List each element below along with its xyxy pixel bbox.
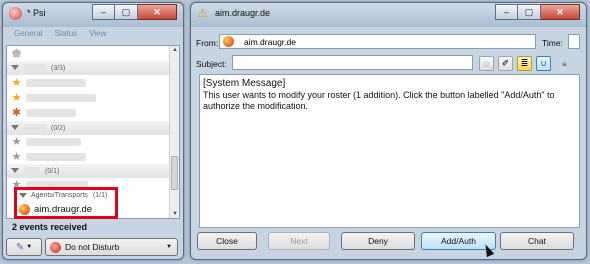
chevron-down-icon <box>11 125 20 131</box>
maximize-icon[interactable]: ▢ <box>518 4 541 20</box>
list-item[interactable]: ★ <box>7 135 170 149</box>
scroll-down-icon[interactable]: ▼ <box>172 211 178 217</box>
group-count: (0/1) <box>45 167 60 175</box>
psi-roster-window: * Psi – ▢ ✕ General Status View ⬟ (3/3) … <box>2 2 184 260</box>
from-label: From: <box>196 38 219 48</box>
offline-star-icon: ★ <box>11 150 22 163</box>
group-name-redacted <box>24 167 40 175</box>
aim-transport-icon <box>19 204 30 215</box>
subject-label: Subject: <box>196 59 227 69</box>
menu-view[interactable]: View <box>89 29 106 43</box>
time-field[interactable] <box>568 34 580 49</box>
psi-menu-button[interactable]: ✎ ▼ <box>6 238 42 256</box>
message-text: This user wants to modify your roster (1… <box>203 90 555 111</box>
roster-group[interactable]: (3/3) <box>7 61 170 75</box>
list-item[interactable]: ⬟ <box>7 47 170 61</box>
group-count: (3/3) <box>51 64 66 72</box>
list-item[interactable]: ✱ <box>7 106 170 120</box>
agents-group-count: (1/1) <box>92 192 108 199</box>
events-status[interactable]: 2 events received <box>6 222 180 235</box>
group-name-redacted <box>24 64 46 72</box>
minimize-icon[interactable]: – <box>495 4 518 20</box>
presence-value: Do not Disturb <box>65 242 120 252</box>
smiley-icon[interactable]: ☺ <box>479 56 494 71</box>
agents-group-header[interactable]: Agents/Transports (1/1) <box>19 192 107 199</box>
message-titlebar[interactable]: ⚠ aim.draugr.de – ▢ ✕ <box>191 3 586 25</box>
offline-star-icon: ★ <box>11 135 22 148</box>
online-star-icon: ★ <box>11 76 22 89</box>
group-name-redacted <box>24 124 46 132</box>
group-count: (0/2) <box>51 124 66 132</box>
message-window-title: aim.draugr.de <box>215 8 271 18</box>
chevron-down-icon: ▼ <box>26 244 33 250</box>
roster-group[interactable]: (0/2) <box>7 121 170 135</box>
psi-titlebar[interactable]: * Psi – ▢ ✕ <box>3 3 183 25</box>
psi-window-title: * Psi <box>27 8 46 18</box>
time-label: Time: <box>542 38 563 48</box>
message-header: [System Message] <box>203 78 286 89</box>
chevron-down-icon <box>11 65 20 71</box>
minimize-icon[interactable]: – <box>92 4 115 20</box>
from-value: aim.draugr.de <box>244 36 296 47</box>
magnet-icon[interactable]: ∪ <box>536 56 551 71</box>
maximize-icon[interactable]: ▢ <box>115 4 138 20</box>
chevron-down-icon: ▼ <box>166 244 172 250</box>
close-icon[interactable]: ✕ <box>541 4 580 20</box>
psi-menu-icon: ✎ <box>15 241 25 253</box>
scroll-up-icon[interactable]: ▲ <box>172 47 178 53</box>
away-star-icon: ✱ <box>11 106 22 119</box>
close-button[interactable]: Close <box>197 232 257 250</box>
agent-contact-item[interactable]: aim.draugr.de <box>19 204 92 215</box>
scrollbar-thumb[interactable] <box>171 156 178 190</box>
chat-button[interactable]: Chat <box>500 232 574 250</box>
chevron-down-icon <box>19 192 28 199</box>
pen-icon[interactable]: ✐ <box>498 56 513 71</box>
psi-menubar: General Status View <box>6 29 180 43</box>
presence-select[interactable]: Do not Disturb ▼ <box>45 238 178 256</box>
psi-bottom-bar: ✎ ▼ Do not Disturb ▼ <box>6 238 180 256</box>
roster-group[interactable]: (0/1) <box>7 164 170 178</box>
psi-window-controls: – ▢ ✕ <box>92 4 177 20</box>
deny-button[interactable]: Deny <box>341 232 415 250</box>
message-window-controls: – ▢ ✕ <box>495 4 580 20</box>
subject-field[interactable] <box>232 55 473 70</box>
chevron-down-icon <box>11 168 20 174</box>
menu-status[interactable]: Status <box>54 29 77 43</box>
agents-group-label: Agents/Transports <box>31 192 88 199</box>
roster-scrollbar[interactable]: ▲ ▼ <box>169 46 179 218</box>
note-icon[interactable]: ≣ <box>517 56 532 71</box>
message-body-area[interactable]: [System Message] This user wants to modi… <box>199 74 580 228</box>
menu-general[interactable]: General <box>14 29 42 43</box>
close-icon[interactable]: ✕ <box>138 4 177 20</box>
offline-contact-icon: ⬟ <box>11 47 22 60</box>
agent-contact-label: aim.draugr.de <box>34 204 93 215</box>
warning-icon: ⚠ <box>197 6 208 20</box>
do-not-disturb-icon <box>50 241 61 253</box>
psi-app-icon <box>9 7 22 20</box>
list-item[interactable]: ★ <box>7 76 170 90</box>
online-star-icon: ★ <box>11 91 22 104</box>
list-item[interactable]: ★ <box>7 91 170 105</box>
lock-icon[interactable]: 🔒︎ <box>557 56 572 71</box>
list-item[interactable]: ★ <box>7 150 170 164</box>
next-button[interactable]: Next <box>268 232 330 250</box>
from-field[interactable]: aim.draugr.de <box>219 34 536 49</box>
aim-transport-icon <box>223 36 234 47</box>
